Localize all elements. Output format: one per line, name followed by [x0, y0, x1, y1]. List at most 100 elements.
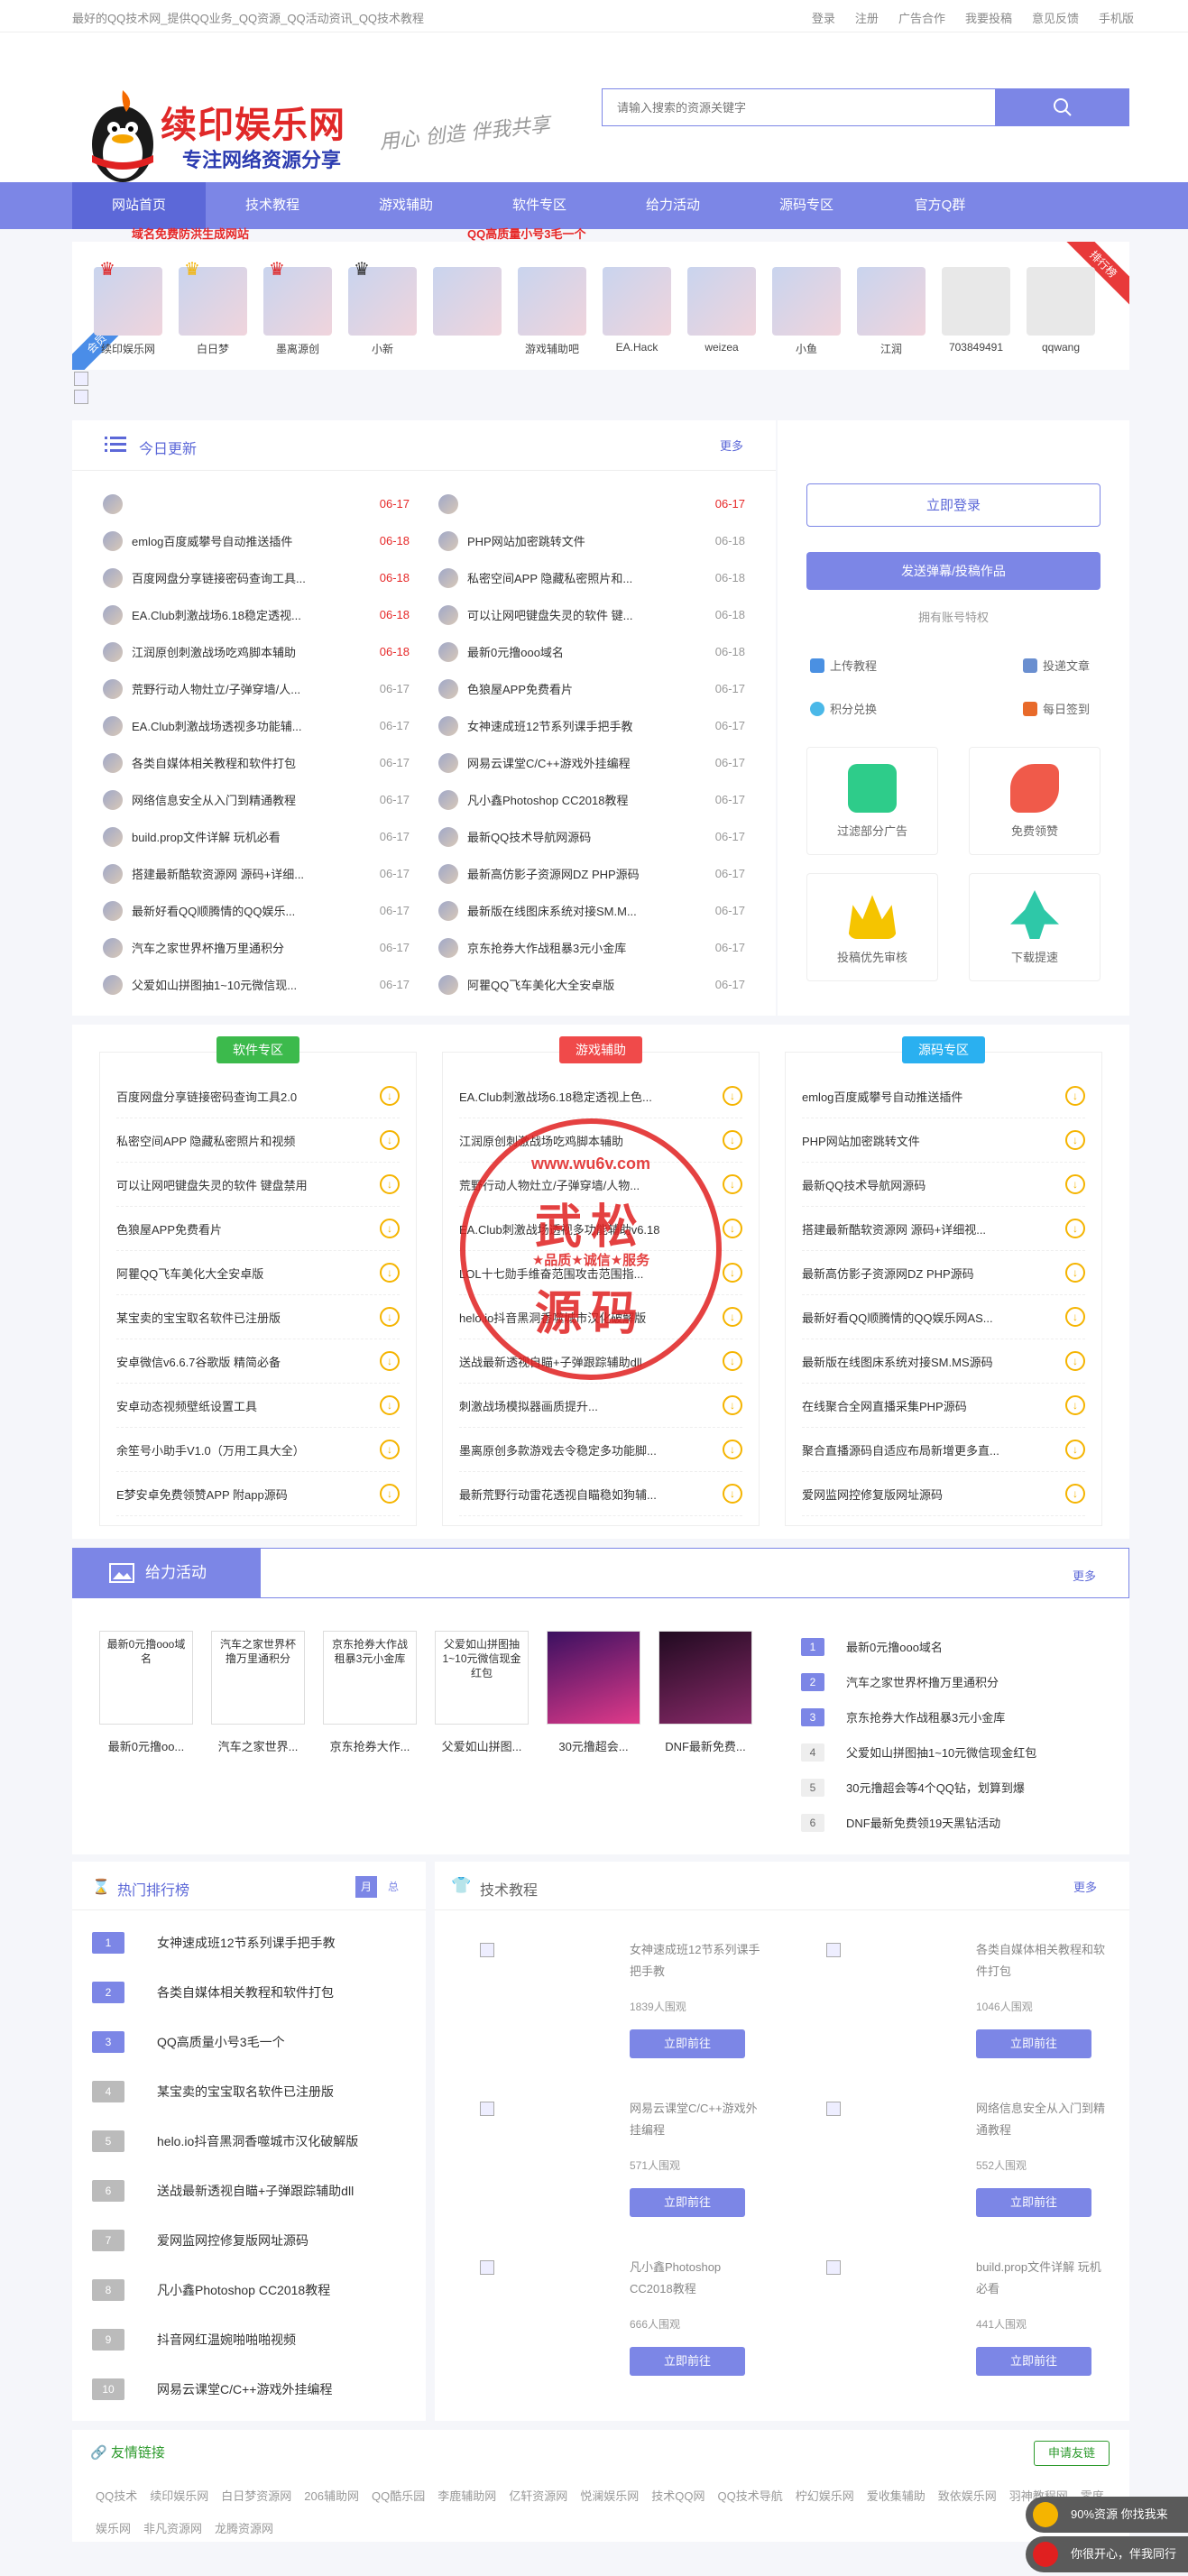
friend-link[interactable]: 亿轩资源网 — [509, 2489, 567, 2503]
float-follow[interactable]: 你很开心，伴我同行 — [1026, 2536, 1188, 2572]
zone-item[interactable]: E梦安卓免费领赞APP 附app源码 ↓ — [116, 1472, 400, 1516]
register-link[interactable]: 注册 — [855, 9, 879, 26]
friend-link[interactable]: 致依娱乐网 — [938, 2489, 997, 2503]
nav-tutorial[interactable]: 技术教程 — [206, 182, 339, 229]
tech-item[interactable]: 凡小鑫Photoshop CC2018教程 666人围观 立即前往 — [449, 2233, 765, 2387]
zone-item[interactable]: EA.Club刺激战场透视多功能辅助v6.18 ↓ — [459, 1207, 742, 1251]
download-icon[interactable]: ↓ — [1065, 1086, 1085, 1106]
download-icon[interactable]: ↓ — [380, 1086, 400, 1106]
ad-link[interactable]: 广告合作 — [898, 9, 945, 26]
friend-link[interactable]: QQ技术 — [96, 2489, 137, 2503]
zone-item[interactable]: 最新版在线图床系统对接SM.MS源码 ↓ — [802, 1339, 1085, 1384]
tech-more-link[interactable]: 更多 — [1073, 1878, 1097, 1895]
zone-item[interactable]: 色狼屋APP免费看片 ↓ — [116, 1207, 400, 1251]
friend-link[interactable]: 龙腾资源网 — [215, 2522, 273, 2535]
hot-item[interactable]: 3 QQ高质量小号3毛一个 — [92, 2017, 426, 2066]
activity-thumb[interactable]: 30元撸超会... — [547, 1631, 640, 1754]
download-icon[interactable]: ↓ — [723, 1130, 742, 1150]
search-input[interactable] — [602, 88, 996, 126]
friend-link[interactable]: 李鹿辅助网 — [437, 2489, 496, 2503]
activity-thumb[interactable]: 汽车之家世界杯撸万里通积分 汽车之家世界... — [211, 1631, 305, 1754]
zone-item[interactable]: 荒野行动人物灶立/子弹穿墙/人物... ↓ — [459, 1163, 742, 1207]
news-item[interactable]: 最新版在线图床系统对接SM.M... 06-17 — [438, 892, 745, 929]
hot-item[interactable]: 8 凡小鑫Photoshop CC2018教程 — [92, 2265, 426, 2314]
tech-item[interactable]: 网易云课堂C/C++游戏外挂编程 571人围观 立即前往 — [449, 2075, 765, 2228]
download-icon[interactable]: ↓ — [380, 1263, 400, 1283]
hot-item[interactable]: 10 网易云课堂C/C++游戏外挂编程 — [92, 2364, 426, 2414]
zone-item[interactable]: 余笙号小助手V1.0（万用工具大全） ↓ — [116, 1428, 400, 1472]
zone-item[interactable]: 阿瞿QQ飞车美化大全安卓版 ↓ — [116, 1251, 400, 1295]
tech-item[interactable]: build.prop文件详解 玩机必看 441人围观 立即前往 — [796, 2233, 1111, 2387]
download-icon[interactable]: ↓ — [723, 1440, 742, 1459]
friend-link[interactable]: QQ酷乐园 — [372, 2489, 425, 2503]
go-button[interactable]: 立即前往 — [976, 2029, 1091, 2058]
news-item[interactable]: 父爱如山拼图抽1~10元微信现... 06-17 — [103, 966, 410, 1003]
nav-home[interactable]: 网站首页 — [72, 182, 206, 229]
zone-item[interactable]: 可以让网吧键盘失灵的软件 键盘禁用 ↓ — [116, 1163, 400, 1207]
friend-link[interactable]: QQ技术导航 — [717, 2489, 782, 2503]
tech-item[interactable]: 各类自媒体相关教程和软件打包 1046人围观 立即前往 — [796, 1916, 1111, 2069]
today-more-link[interactable]: 更多 — [720, 437, 743, 454]
download-icon[interactable]: ↓ — [1065, 1263, 1085, 1283]
news-item[interactable]: 网络信息安全从入门到精通教程 06-17 — [103, 781, 410, 818]
card-priority-review[interactable]: 投稿优先审核 — [806, 873, 938, 981]
post-button[interactable]: 发送弹幕/投稿作品 — [806, 552, 1101, 590]
zone-item[interactable]: emlog百度威攀号自动推送插件 ↓ — [802, 1074, 1085, 1118]
download-icon[interactable]: ↓ — [723, 1395, 742, 1415]
download-icon[interactable]: ↓ — [380, 1351, 400, 1371]
friend-link[interactable]: 白日梦资源网 — [221, 2489, 291, 2503]
news-item[interactable]: 汽车之家世界杯撸万里通积分 06-17 — [103, 929, 410, 966]
feedback-link[interactable]: 意见反馈 — [1032, 9, 1079, 26]
zone-item[interactable]: 安卓动态视频壁纸设置工具 ↓ — [116, 1384, 400, 1428]
nav-software[interactable]: 软件专区 — [473, 182, 606, 229]
download-icon[interactable]: ↓ — [723, 1351, 742, 1371]
login-button[interactable]: 立即登录 — [806, 483, 1101, 527]
rank-item[interactable]: 5 30元撸超会等4个QQ钻，划算到爆 — [801, 1770, 1108, 1805]
hot-item[interactable]: 2 各类自媒体相关教程和软件打包 — [92, 1967, 426, 2017]
friend-link[interactable]: 206辅助网 — [304, 2489, 359, 2503]
tab-total[interactable]: 总 — [382, 1876, 404, 1898]
download-icon[interactable]: ↓ — [380, 1307, 400, 1327]
friend-link[interactable]: 悦澜娱乐网 — [580, 2489, 639, 2503]
hot-item[interactable]: 6 送战最新透视自瞄+子弹跟踪辅助dll — [92, 2166, 426, 2215]
hot-item[interactable]: 5 helo.io抖音黑洞香噬城市汉化破解版 — [92, 2116, 426, 2166]
rank-item[interactable]: 4 父爱如山拼图抽1~10元微信现金红包 — [801, 1734, 1108, 1770]
news-item[interactable]: 域名免费防洪生成网站 06-17 — [103, 227, 410, 522]
tech-item[interactable]: 网络信息安全从入门到精通教程 552人围观 立即前往 — [796, 2075, 1111, 2228]
nav-source[interactable]: 源码专区 — [740, 182, 873, 229]
rank-item[interactable]: 2 汽车之家世界杯撸万里通积分 — [801, 1664, 1108, 1699]
news-item[interactable]: build.prop文件详解 玩机必看 06-17 — [103, 818, 410, 855]
download-icon[interactable]: ↓ — [723, 1263, 742, 1283]
tab-month[interactable]: 月 — [355, 1876, 377, 1898]
friend-link[interactable]: 爱收集辅助 — [867, 2489, 926, 2503]
points-exchange[interactable]: 积分兑换 — [810, 700, 877, 717]
nav-activity[interactable]: 给力活动 — [606, 182, 740, 229]
zone-item[interactable]: 私密空间APP 隐藏私密照片和视频 ↓ — [116, 1118, 400, 1163]
activity-thumb[interactable]: 最新0元撸ooo域名 最新0元撸oo... — [99, 1631, 193, 1754]
news-item[interactable]: 阿瞿QQ飞车美化大全安卓版 06-17 — [438, 966, 745, 1003]
download-icon[interactable]: ↓ — [380, 1130, 400, 1150]
zone-item[interactable]: helo.io抖音黑洞香噬城市汉化破解版 ↓ — [459, 1295, 742, 1339]
zone-item[interactable]: PHP网站加密跳转文件 ↓ — [802, 1118, 1085, 1163]
download-icon[interactable]: ↓ — [1065, 1130, 1085, 1150]
hot-item[interactable]: 9 抖音网红温婉啪啪啪视频 — [92, 2314, 426, 2364]
activity-thumb[interactable]: 父爱如山拼图抽1~10元微信现金红包 父爱如山拼图... — [435, 1631, 529, 1754]
download-icon[interactable]: ↓ — [723, 1086, 742, 1106]
hot-item[interactable]: 7 爱网监网控修复版网址源码 — [92, 2215, 426, 2265]
rank-item[interactable]: 3 京东抢券大作战租暴3元小金库 — [801, 1699, 1108, 1734]
card-free-likes[interactable]: 免费领赞 — [969, 747, 1101, 855]
hot-item[interactable]: 1 女神速成班12节系列课手把手教 — [92, 1918, 426, 1967]
go-button[interactable]: 立即前往 — [630, 2347, 745, 2376]
zone-item[interactable]: 某宝卖的宝宝取名软件已注册版 ↓ — [116, 1295, 400, 1339]
download-icon[interactable]: ↓ — [1065, 1219, 1085, 1238]
news-item[interactable]: 最新QQ技术导航网源码 06-17 — [438, 818, 745, 855]
download-icon[interactable]: ↓ — [1065, 1395, 1085, 1415]
download-icon[interactable]: ↓ — [380, 1219, 400, 1238]
submit-article[interactable]: 投递文章 — [1023, 657, 1090, 674]
news-item[interactable]: 最新高仿影子资源网DZ PHP源码 06-17 — [438, 855, 745, 892]
rank-item[interactable]: 1 最新0元撸ooo域名 — [801, 1629, 1108, 1664]
member-avatar[interactable]: 小鱼 — [770, 267, 843, 356]
news-item[interactable]: 凡小鑫Photoshop CC2018教程 06-17 — [438, 781, 745, 818]
game-zone-tag[interactable]: 游戏辅助 — [559, 1036, 642, 1063]
zone-item[interactable]: 聚合直播源码自适应布局新增更多直... ↓ — [802, 1428, 1085, 1472]
